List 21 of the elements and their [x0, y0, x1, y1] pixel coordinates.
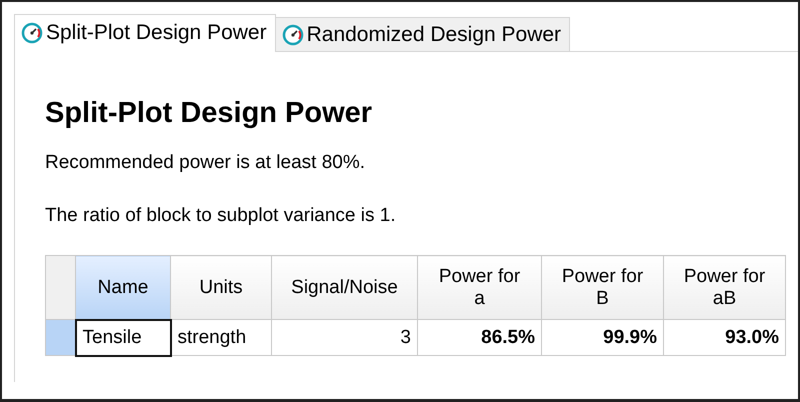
- gauge-icon: [21, 22, 43, 44]
- table-cell: Tensile: [76, 320, 170, 356]
- table-cell: 93.0%: [664, 320, 786, 356]
- column-header[interactable]: Power for a: [418, 256, 542, 320]
- row-header[interactable]: [46, 320, 76, 356]
- column-header[interactable]: Power for aB: [664, 256, 786, 320]
- corner-cell: [46, 256, 76, 320]
- gauge-icon: [282, 24, 304, 46]
- tab[interactable]: Split-Plot Design Power: [14, 14, 276, 52]
- table-cell: 86.5%: [418, 320, 542, 356]
- column-header[interactable]: Name: [76, 256, 170, 320]
- page-heading: Split-Plot Design Power: [45, 96, 374, 131]
- column-header[interactable]: Units: [170, 256, 272, 320]
- info-text: Recommended power is at least 80%.: [45, 152, 366, 175]
- table-cell: 3: [272, 320, 418, 356]
- table-cell: strength: [170, 320, 272, 356]
- column-header[interactable]: Signal/Noise: [272, 256, 418, 320]
- tab[interactable]: Randomized Design Power: [274, 17, 570, 51]
- info-text: The ratio of block to subplot variance is 1.: [45, 204, 397, 228]
- table-cell: 99.9%: [542, 320, 664, 356]
- column-header[interactable]: Power for B: [542, 256, 664, 320]
